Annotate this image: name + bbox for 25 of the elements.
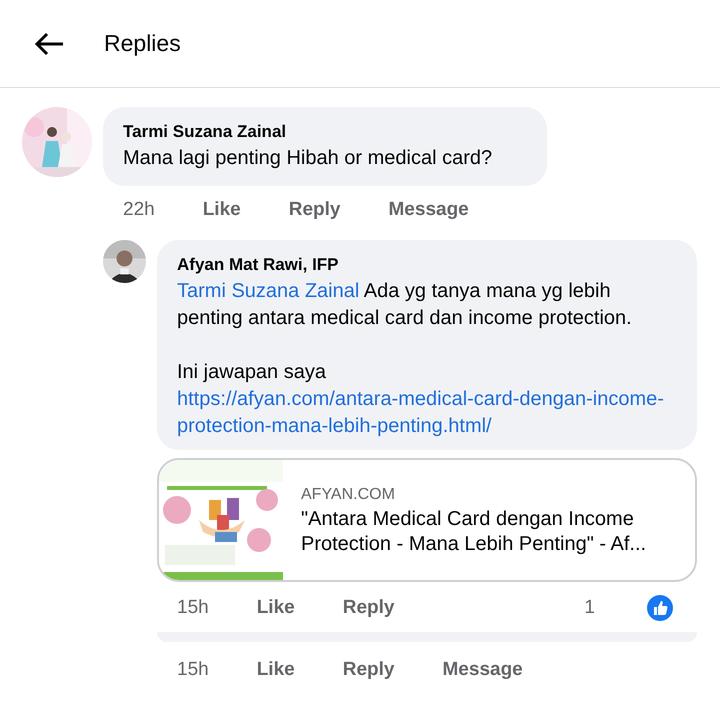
- url-link[interactable]: https://afyan.com/antara-medical-card-dengan-income-protection-mana-lebih-penting.html/: [177, 386, 677, 440]
- reaction-count: 1: [584, 596, 595, 620]
- message-link[interactable]: Message: [388, 196, 469, 224]
- comment-text: Ini jawapan saya: [177, 360, 327, 384]
- link-domain: AFYAN.COM: [301, 484, 396, 504]
- like-link[interactable]: Like: [202, 196, 241, 224]
- timestamp: 22h: [123, 198, 155, 222]
- link-preview-card[interactable]: AFYAN.COM "Antara Medical Card dengan Income Protection - Mana Lebih Penting" - Af...: [157, 458, 697, 582]
- mention-link[interactable]: Tarmi Suzana Zainal: [177, 280, 360, 302]
- author-name: Tarmi Suzana Zainal: [123, 121, 288, 143]
- reply-link[interactable]: Reply: [342, 656, 394, 684]
- comment-text: Mana lagi penting Hibah or medical card?: [123, 146, 494, 170]
- comment-text: Tarmi Suzana Zainal Ada yg tanya mana yg lebih penting antara medical card dan income protection.: [177, 278, 633, 330]
- back-arrow-icon[interactable]: [34, 32, 64, 56]
- reply-link[interactable]: Reply: [342, 594, 394, 622]
- thumbs-up-icon[interactable]: [647, 594, 673, 621]
- like-link[interactable]: Like: [256, 656, 295, 684]
- timestamp: 15h: [177, 596, 209, 620]
- timestamp: 15h: [177, 658, 209, 682]
- message-link[interactable]: Message: [442, 656, 523, 684]
- reply-link[interactable]: Reply: [288, 196, 340, 224]
- like-link[interactable]: Like: [256, 594, 295, 622]
- link-title: "Antara Medical Card dengan Income Protection - Mana Lebih Penting" - Af...: [301, 506, 648, 556]
- author-name: Afyan Mat Rawi, IFP: [177, 254, 340, 276]
- page-title: Replies: [104, 29, 181, 58]
